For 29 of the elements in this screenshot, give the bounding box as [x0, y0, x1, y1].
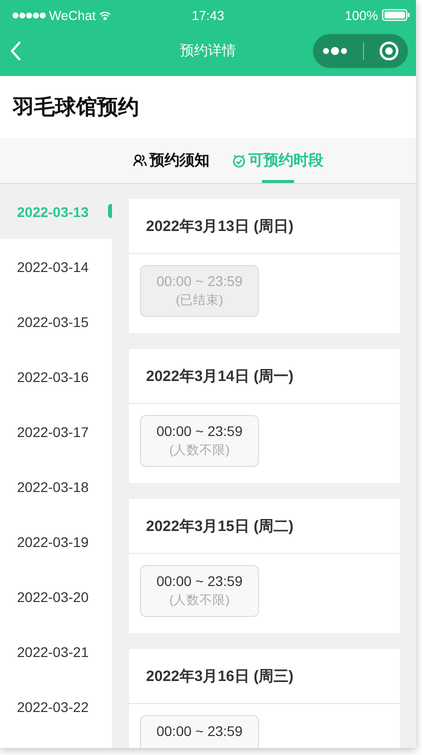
back-icon[interactable]	[10, 41, 22, 61]
page-title: 羽毛球馆预约	[12, 95, 140, 121]
nav-title: 预约详情	[180, 42, 236, 60]
time-slot[interactable]: 00:00 ~ 23:59 (人数不限)	[140, 565, 259, 617]
wifi-icon	[98, 10, 111, 20]
day-title: 2022年3月16日 (周三)	[129, 649, 400, 704]
time-slot[interactable]: 00:00 ~ 23:59 (人数不限)	[140, 415, 259, 467]
slot-time: 00:00 ~ 23:59	[156, 723, 243, 739]
more-icon	[322, 46, 348, 56]
slot-time: 00:00 ~ 23:59	[156, 573, 243, 589]
day-title: 2022年3月13日 (周日)	[129, 199, 400, 254]
clock-icon	[232, 154, 246, 168]
selected-indicator	[108, 204, 112, 218]
tab[interactable]: 预约须知	[132, 138, 210, 183]
slot-note: (人数不限)	[169, 442, 230, 459]
battery-icon	[382, 9, 410, 21]
carrier-name: WeChat	[49, 8, 96, 22]
battery-level: 100%	[344, 8, 378, 22]
slot-time: 00:00 ~ 23:59	[156, 423, 243, 439]
slot-note: (已结束)	[176, 292, 224, 309]
slot-time: 00:00 ~ 23:59	[156, 273, 243, 289]
signal-icon	[12, 12, 46, 18]
day-title: 2022年3月14日 (周一)	[129, 349, 400, 404]
time-slot[interactable]: 00:00 ~ 23:59	[140, 715, 259, 748]
people-icon	[132, 154, 146, 167]
target-icon	[378, 41, 399, 61]
slot-note: (人数不限)	[169, 592, 230, 609]
status-time: 17:43	[192, 8, 224, 22]
day-title: 2022年3月15日 (周二)	[129, 499, 400, 554]
